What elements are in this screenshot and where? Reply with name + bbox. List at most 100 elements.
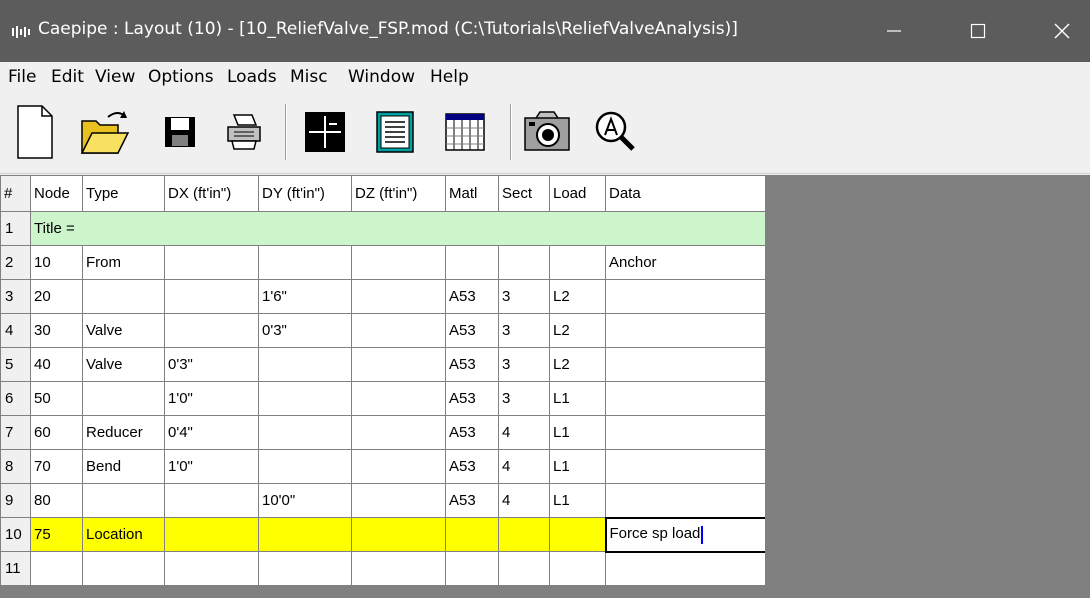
sect-cell[interactable]	[498, 551, 550, 586]
dx-cell[interactable]	[164, 313, 259, 348]
row-number[interactable]: 3	[0, 279, 31, 314]
type-cell[interactable]: Location	[82, 517, 165, 552]
matl-cell[interactable]: A53	[445, 347, 499, 382]
table-row[interactable]: 6 50 1'0" A53 3 L1	[0, 381, 766, 416]
dy-cell[interactable]	[258, 381, 352, 416]
list-button[interactable]	[366, 100, 424, 164]
table-row[interactable]: 9 80 10'0" A53 4 L1	[0, 483, 766, 518]
row-number[interactable]: 5	[0, 347, 31, 382]
matl-cell[interactable]	[445, 551, 499, 586]
type-cell[interactable]	[82, 381, 165, 416]
sect-cell[interactable]	[498, 245, 550, 280]
maximize-button[interactable]	[950, 0, 1006, 62]
table-row[interactable]: 3 20 1'6" A53 3 L2	[0, 279, 766, 314]
type-cell[interactable]	[82, 483, 165, 518]
dy-cell[interactable]	[258, 347, 352, 382]
new-file-button[interactable]	[6, 100, 64, 164]
sect-cell[interactable]	[498, 517, 550, 552]
camera-button[interactable]	[518, 100, 576, 164]
dz-cell[interactable]	[351, 313, 446, 348]
sect-cell[interactable]: 3	[498, 381, 550, 416]
table-row[interactable]: 8 70 Bend 1'0" A53 4 L1	[0, 449, 766, 484]
node-cell[interactable]	[30, 551, 83, 586]
dx-cell[interactable]: 1'0"	[164, 381, 259, 416]
node-cell[interactable]: 80	[30, 483, 83, 518]
close-button[interactable]	[1034, 0, 1090, 62]
matl-cell[interactable]: A53	[445, 313, 499, 348]
header-matl[interactable]: Matl	[445, 175, 499, 212]
menu-misc[interactable]: Misc	[290, 67, 328, 87]
dz-cell[interactable]	[351, 415, 446, 450]
dz-cell[interactable]	[351, 449, 446, 484]
header-dy[interactable]: DY (ft'in")	[258, 175, 352, 212]
dy-cell[interactable]	[258, 449, 352, 484]
data-cell[interactable]	[605, 449, 766, 484]
sect-cell[interactable]: 4	[498, 483, 550, 518]
matl-cell[interactable]: A53	[445, 449, 499, 484]
print-button[interactable]	[215, 100, 273, 164]
matl-cell[interactable]: A53	[445, 381, 499, 416]
table-row[interactable]: 11	[0, 551, 766, 586]
table-row[interactable]: 5 40 Valve 0'3" A53 3 L2	[0, 347, 766, 382]
dy-cell[interactable]	[258, 415, 352, 450]
node-cell[interactable]: 60	[30, 415, 83, 450]
menu-loads[interactable]: Loads	[227, 67, 277, 87]
data-cell[interactable]: Anchor	[605, 245, 766, 280]
load-cell[interactable]: L2	[549, 347, 606, 382]
menu-edit[interactable]: Edit	[51, 67, 84, 87]
row-number[interactable]: 2	[0, 245, 31, 280]
matl-cell[interactable]	[445, 517, 499, 552]
node-cell[interactable]: 75	[30, 517, 83, 552]
matl-cell[interactable]: A53	[445, 483, 499, 518]
sect-cell[interactable]: 4	[498, 415, 550, 450]
dy-cell[interactable]: 1'6"	[258, 279, 352, 314]
row-number[interactable]: 1	[0, 211, 31, 246]
save-button[interactable]	[151, 100, 209, 164]
data-cell[interactable]	[605, 551, 766, 586]
data-cell[interactable]	[605, 483, 766, 518]
layout-table[interactable]: # Node Type DX (ft'in") DY (ft'in") DZ (…	[0, 175, 767, 586]
dx-cell[interactable]	[164, 483, 259, 518]
sect-cell[interactable]: 4	[498, 449, 550, 484]
node-cell[interactable]: 10	[30, 245, 83, 280]
dx-cell[interactable]: 0'4"	[164, 415, 259, 450]
menu-window[interactable]: Window	[348, 67, 415, 87]
title-row[interactable]: 1 Title =	[0, 211, 766, 246]
load-cell[interactable]: L1	[549, 381, 606, 416]
selected-table-row[interactable]: 10 75 Location Force sp load	[0, 516, 767, 553]
title-cell[interactable]: Title =	[30, 211, 766, 246]
row-number[interactable]: 10	[0, 517, 31, 552]
row-number[interactable]: 11	[0, 551, 31, 586]
data-cell[interactable]	[605, 279, 766, 314]
dz-cell[interactable]	[351, 483, 446, 518]
data-cell[interactable]	[605, 415, 766, 450]
title-bar[interactable]: Caepipe : Layout (10) - [10_ReliefValve_…	[0, 0, 1090, 62]
matl-cell[interactable]: A53	[445, 415, 499, 450]
load-cell[interactable]	[549, 551, 606, 586]
table-row[interactable]: 7 60 Reducer 0'4" A53 4 L1	[0, 415, 766, 450]
type-cell[interactable]: Reducer	[82, 415, 165, 450]
node-cell[interactable]: 30	[30, 313, 83, 348]
header-dx[interactable]: DX (ft'in")	[164, 175, 259, 212]
table-row[interactable]: 4 30 Valve 0'3" A53 3 L2	[0, 313, 766, 348]
type-cell[interactable]: From	[82, 245, 165, 280]
open-button[interactable]	[76, 100, 134, 164]
dy-cell[interactable]: 10'0"	[258, 483, 352, 518]
data-cell[interactable]	[605, 347, 766, 382]
load-cell[interactable]: L1	[549, 483, 606, 518]
row-number[interactable]: 9	[0, 483, 31, 518]
node-cell[interactable]: 20	[30, 279, 83, 314]
node-cell[interactable]: 40	[30, 347, 83, 382]
type-cell[interactable]	[82, 551, 165, 586]
dz-cell[interactable]	[351, 245, 446, 280]
header-load[interactable]: Load	[549, 175, 606, 212]
sect-cell[interactable]: 3	[498, 313, 550, 348]
sect-cell[interactable]: 3	[498, 279, 550, 314]
dz-cell[interactable]	[351, 551, 446, 586]
dy-cell[interactable]	[258, 245, 352, 280]
table-button[interactable]	[436, 100, 494, 164]
type-cell[interactable]: Bend	[82, 449, 165, 484]
dx-cell[interactable]	[164, 245, 259, 280]
type-cell[interactable]: Valve	[82, 313, 165, 348]
minimize-button[interactable]	[866, 0, 922, 62]
